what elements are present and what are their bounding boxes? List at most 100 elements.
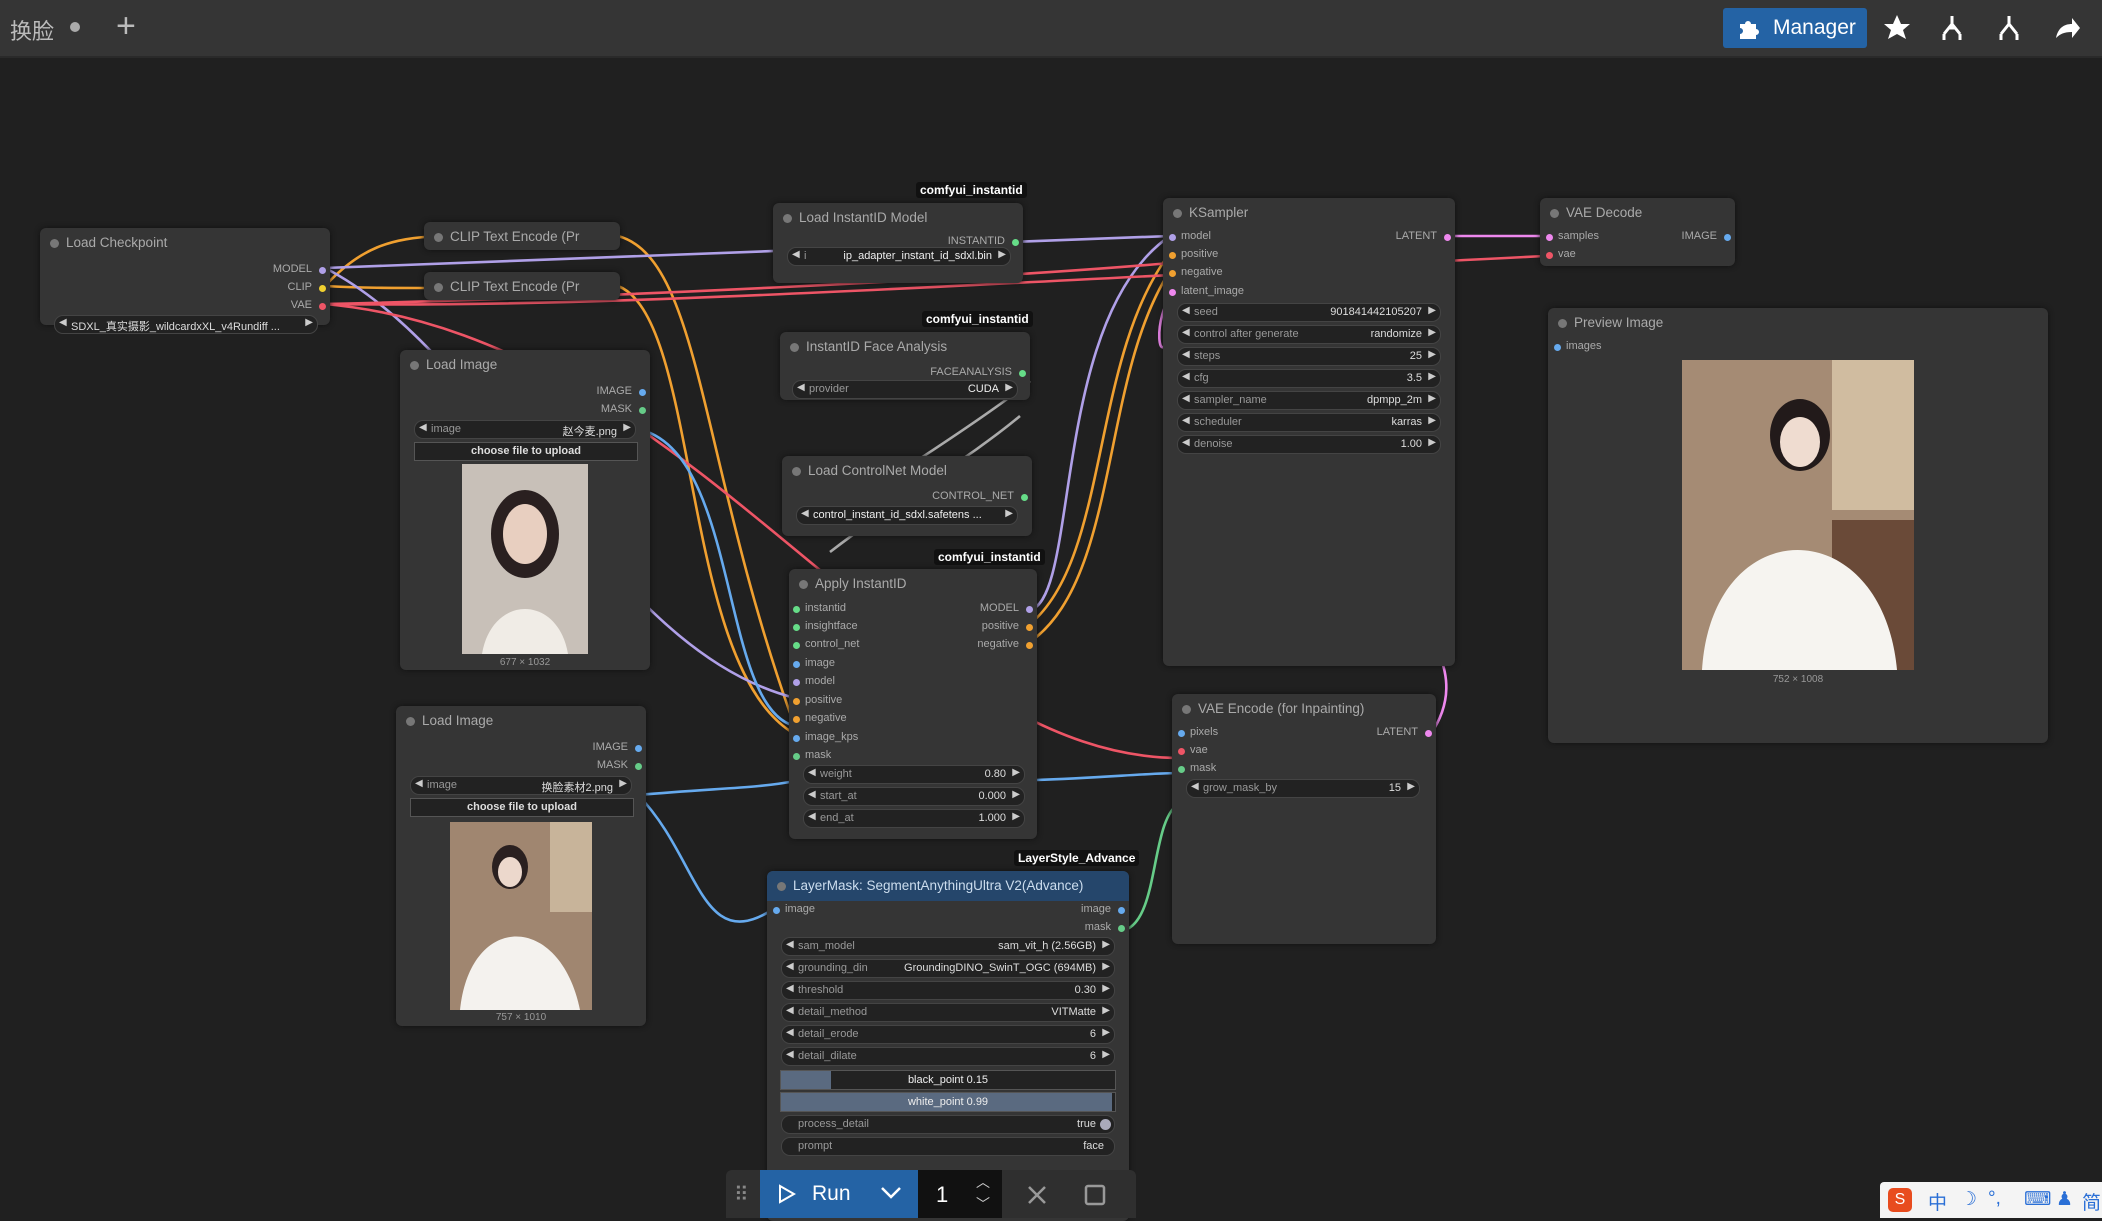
output-faceanalysis-port[interactable] — [1019, 370, 1026, 377]
output-negative-port[interactable] — [1026, 642, 1033, 649]
top-bar: 换脸 + Manager — [0, 0, 2102, 58]
output-image-port[interactable] — [1724, 234, 1731, 241]
sam-model-widget[interactable]: ◀ sam_model sam_vit_h (2.56GB) ▶ — [781, 937, 1115, 956]
output-image-port[interactable] — [1118, 907, 1125, 914]
batch-count-input[interactable]: 1 ︿ ﹀ — [918, 1170, 1002, 1218]
manager-button[interactable]: Manager — [1723, 8, 1867, 48]
output-positive-port[interactable] — [1026, 624, 1033, 631]
output-model-port[interactable] — [319, 267, 326, 274]
node-load-controlnet-model[interactable]: Load ControlNet Model CONTROL_NET ◀ contr… — [782, 456, 1032, 536]
prompt-field[interactable]: prompt face — [781, 1137, 1115, 1156]
cfg-widget[interactable]: ◀ cfg 3.5 ▶ — [1177, 369, 1441, 388]
input-mask: mask — [1190, 762, 1217, 774]
node-clip-text-encode-2[interactable]: CLIP Text Encode (Pr — [424, 272, 620, 300]
ckpt-name-combo[interactable]: ◀ SDXL_真实摄影_wildcardxXL_v4Rundiff ... ▶ — [54, 315, 318, 334]
ime-simplified-icon[interactable]: 简 — [2082, 1188, 2101, 1215]
run-toolbar: ⠿ Run 1 ︿ ﹀ — [726, 1170, 1136, 1218]
process-detail-toggle[interactable]: process_detail true — [781, 1115, 1115, 1134]
node-load-image-1[interactable]: Load Image IMAGE MASK ◀ image 赵今麦.png ▶ cho… — [400, 350, 650, 670]
star-icon[interactable] — [1879, 10, 1915, 46]
output-mask-port[interactable] — [635, 763, 642, 770]
grounding-dino-widget[interactable]: ◀ grounding_din GroundingDINO_SwinT_OGC (6… — [781, 959, 1115, 978]
output-instantid-port[interactable] — [1012, 239, 1019, 246]
input-positive: positive — [805, 694, 843, 706]
instantid-file-combo[interactable]: ◀ i ip_adapter_instant_id_sdxl.bin ▶ — [787, 247, 1011, 266]
denoise-widget[interactable]: ◀ denoise 1.00 ▶ — [1177, 435, 1441, 454]
input-samples: samples — [1558, 230, 1599, 242]
end-at-widget[interactable]: ◀ end_at 1.000 ▶ — [803, 809, 1025, 828]
output-controlnet-label: CONTROL_NET — [932, 490, 1014, 502]
share-icon[interactable] — [2048, 10, 2084, 46]
output-vae-port[interactable] — [319, 303, 326, 310]
start-at-widget[interactable]: ◀ start_at 0.000 ▶ — [803, 787, 1025, 806]
detail-dilate-widget[interactable]: ◀ detail_dilate 6 ▶ — [781, 1047, 1115, 1066]
fork-alt-icon[interactable] — [1991, 10, 2027, 46]
node-layermask-segment-anything[interactable]: LayerMask: SegmentAnythingUltra V2(Advan… — [767, 871, 1129, 1221]
node-vae-encode-inpainting[interactable]: VAE Encode (for Inpainting) pixels vae m… — [1172, 694, 1436, 944]
image-combo[interactable]: ◀ image 换脸素材2.png ▶ — [410, 776, 632, 795]
sampler-name-widget[interactable]: ◀ sampler_name dpmpp_2m ▶ — [1177, 391, 1441, 410]
upload-button[interactable]: choose file to upload — [410, 798, 634, 817]
fork-icon[interactable] — [1934, 10, 1970, 46]
input-negative: negative — [1181, 266, 1223, 278]
output-image-port[interactable] — [639, 389, 646, 396]
ime-keyboard-icon[interactable]: ⌨ — [2024, 1188, 2051, 1211]
controlnet-file-combo[interactable]: ◀ control_instant_id_sdxl.safetens ... ▶ — [796, 506, 1018, 525]
graph-canvas[interactable]: Load Checkpoint MODEL CLIP VAE ◀ SDXL_真实摄… — [0, 58, 2102, 1221]
unsaved-dot-icon — [70, 22, 80, 32]
new-tab-button[interactable]: + — [116, 8, 136, 44]
output-controlnet-port[interactable] — [1021, 494, 1028, 501]
node-clip-text-encode-1[interactable]: CLIP Text Encode (Pr — [424, 222, 620, 250]
ime-punctuation-icon[interactable]: °, — [1988, 1188, 2001, 1210]
ime-user-icon[interactable]: ♟ — [2056, 1188, 2073, 1211]
ime-chinese-mode[interactable]: 中 — [1928, 1188, 1947, 1215]
ime-logo-icon[interactable]: S — [1888, 1188, 1912, 1212]
node-load-instantid-model[interactable]: Load InstantID Model INSTANTID ◀ i ip_adap… — [773, 203, 1023, 283]
output-image-port[interactable] — [635, 745, 642, 752]
drag-handle-icon[interactable]: ⠿ — [734, 1182, 749, 1207]
provider-combo[interactable]: ◀ provider CUDA ▶ — [792, 380, 1018, 399]
input-image-kps: image_kps — [805, 731, 859, 743]
detail-method-widget[interactable]: ◀ detail_method VITMatte ▶ — [781, 1003, 1115, 1022]
output-mask-port[interactable] — [639, 407, 646, 414]
node-title: Preview Image — [1574, 315, 1664, 330]
cancel-icon[interactable] — [1026, 1184, 1048, 1206]
node-instantid-face-analysis[interactable]: InstantID Face Analysis FACEANALYSIS ◀ pr… — [780, 332, 1030, 400]
threshold-widget[interactable]: ◀ threshold 0.30 ▶ — [781, 981, 1115, 1000]
scheduler-widget[interactable]: ◀ scheduler karras ▶ — [1177, 413, 1441, 432]
detail-erode-widget[interactable]: ◀ detail_erode 6 ▶ — [781, 1025, 1115, 1044]
decrement-icon[interactable]: ﹀ — [976, 1194, 990, 1214]
node-badge: comfyui_instantid — [934, 549, 1045, 565]
white-point-slider[interactable]: white_point 0.99 — [780, 1092, 1116, 1112]
chevron-down-icon[interactable] — [880, 1186, 902, 1200]
control-after-generate-widget[interactable]: ◀ control after generate randomize ▶ — [1177, 325, 1441, 344]
node-load-checkpoint[interactable]: Load Checkpoint MODEL CLIP VAE ◀ SDXL_真实摄… — [40, 228, 330, 334]
grow-mask-by-widget[interactable]: ◀ grow_mask_by 15 ▶ — [1186, 779, 1420, 798]
output-latent-port[interactable] — [1425, 730, 1432, 737]
output-negative-label: negative — [977, 638, 1019, 650]
image-combo[interactable]: ◀ image 赵今麦.png ▶ — [414, 420, 636, 439]
puzzle-icon — [1740, 21, 1759, 39]
weight-widget[interactable]: ◀ weight 0.80 ▶ — [803, 765, 1025, 784]
output-faceanalysis-label: FACEANALYSIS — [930, 366, 1012, 378]
black-point-slider[interactable]: black_point 0.15 — [780, 1070, 1116, 1090]
output-model-port[interactable] — [1026, 606, 1033, 613]
workflow-tab[interactable]: 换脸 — [10, 14, 54, 46]
node-load-image-2[interactable]: Load Image IMAGE MASK ◀ image 换脸素材2.png ▶ c… — [396, 706, 646, 1026]
steps-widget[interactable]: ◀ steps 25 ▶ — [1177, 347, 1441, 366]
output-mask-port[interactable] — [1118, 925, 1125, 932]
run-button[interactable]: Run — [760, 1170, 918, 1218]
output-latent-port[interactable] — [1444, 234, 1451, 241]
node-apply-instantid[interactable]: Apply InstantID instantid insightface co… — [789, 569, 1037, 839]
seed-widget[interactable]: ◀ seed 901841442105207 ▶ — [1177, 303, 1441, 322]
node-ksampler[interactable]: KSampler model positive negative latent_… — [1163, 198, 1455, 666]
output-image-label: IMAGE — [592, 741, 628, 753]
node-vae-decode[interactable]: VAE Decode samples vae IMAGE — [1540, 198, 1735, 266]
node-preview-image[interactable]: Preview Image images 752 × 1008 — [1548, 308, 2048, 743]
ime-moon-icon[interactable]: ☽ — [1960, 1188, 1977, 1211]
stop-icon[interactable] — [1084, 1184, 1106, 1206]
input-vae: vae — [1558, 248, 1576, 260]
increment-icon[interactable]: ︿ — [976, 1172, 990, 1192]
upload-button[interactable]: choose file to upload — [414, 442, 638, 461]
output-clip-port[interactable] — [319, 285, 326, 292]
